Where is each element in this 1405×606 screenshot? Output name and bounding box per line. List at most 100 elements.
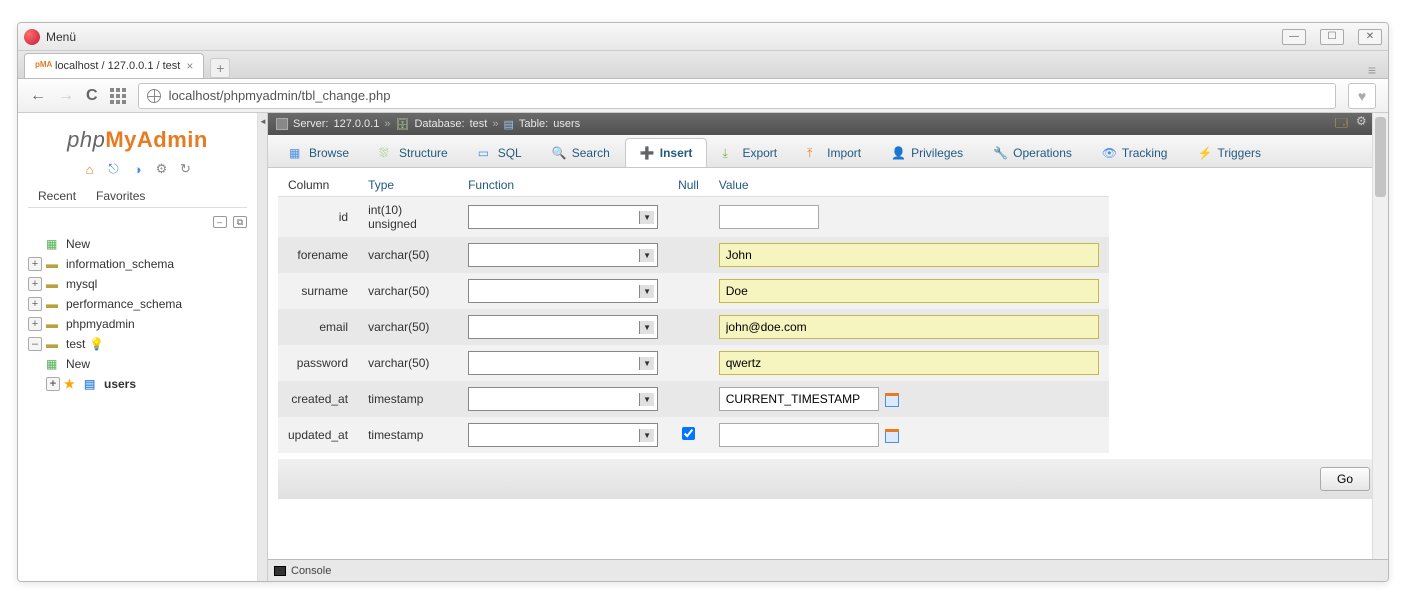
browse-icon: ▦ bbox=[289, 146, 303, 160]
pma-favicon-icon: pMA bbox=[35, 60, 49, 72]
logout-icon[interactable]: ⎋ bbox=[106, 161, 122, 177]
breadcrumb-db-link[interactable]: test bbox=[470, 118, 488, 130]
tree-db-phpmyadmin[interactable]: +▬phpmyadmin bbox=[28, 314, 247, 334]
expand-icon[interactable]: + bbox=[28, 277, 42, 291]
tab-menu-icon[interactable]: ≡ bbox=[1368, 62, 1376, 78]
function-select[interactable] bbox=[468, 387, 658, 411]
column-type: timestamp bbox=[358, 417, 458, 453]
sidebar-tab-recent[interactable]: Recent bbox=[28, 185, 86, 207]
tree-db-performance-schema[interactable]: +▬performance_schema bbox=[28, 294, 247, 314]
sidebar-tab-favorites[interactable]: Favorites bbox=[86, 185, 155, 207]
sidebar-collapse-handle[interactable] bbox=[258, 113, 268, 581]
window-close-button[interactable]: ✕ bbox=[1358, 29, 1382, 45]
collapse-icon[interactable]: – bbox=[28, 337, 42, 351]
speed-dial-button[interactable] bbox=[110, 88, 126, 104]
expand-icon[interactable]: + bbox=[28, 297, 42, 311]
value-input-updated_at[interactable] bbox=[719, 423, 879, 447]
console-bar[interactable]: Console bbox=[268, 559, 1388, 581]
reload-nav-icon[interactable]: ↻ bbox=[178, 161, 194, 177]
expand-icon[interactable]: + bbox=[28, 257, 42, 271]
insert-row-updated_at: updated_attimestamp bbox=[278, 417, 1109, 453]
function-select[interactable] bbox=[468, 423, 658, 447]
menu-button[interactable]: Menü bbox=[46, 30, 76, 44]
triggers-icon: ⚡ bbox=[1197, 146, 1211, 160]
calendar-icon[interactable] bbox=[885, 393, 899, 407]
header-type[interactable]: Type bbox=[358, 174, 458, 197]
opera-icon bbox=[24, 29, 40, 45]
settings-gear-icon[interactable]: ⚙ bbox=[154, 161, 170, 177]
go-button[interactable]: Go bbox=[1320, 467, 1370, 491]
tree-new-db[interactable]: ▦New bbox=[28, 234, 247, 254]
page-settings-icon[interactable]: 🗔 bbox=[1335, 114, 1348, 135]
function-select[interactable] bbox=[468, 351, 658, 375]
browser-tab[interactable]: pMA localhost / 127.0.0.1 / test × bbox=[24, 53, 204, 78]
tab-triggers[interactable]: ⚡Triggers bbox=[1182, 138, 1276, 167]
value-input-password[interactable] bbox=[719, 351, 1099, 375]
calendar-icon[interactable] bbox=[885, 429, 899, 443]
docs-icon[interactable]: ◑ bbox=[130, 161, 146, 177]
tab-import[interactable]: ⤒Import bbox=[792, 138, 876, 167]
pma-logo: phpMyAdmin bbox=[28, 127, 247, 153]
star-icon[interactable]: ★ bbox=[64, 377, 80, 391]
reload-button[interactable]: C bbox=[86, 87, 98, 105]
page-gear-icon[interactable]: ⚙ bbox=[1356, 114, 1367, 135]
tree-db-test[interactable]: –▬test 💡 bbox=[28, 334, 247, 354]
export-icon: ⤓ bbox=[722, 146, 736, 160]
function-select[interactable] bbox=[468, 315, 658, 339]
url-text: localhost/phpmyadmin/tbl_change.php bbox=[169, 88, 391, 103]
operations-icon: 🔧 bbox=[993, 146, 1007, 160]
value-input-surname[interactable] bbox=[719, 279, 1099, 303]
back-button[interactable]: ← bbox=[30, 87, 46, 105]
breadcrumb-server-label: Server: bbox=[293, 118, 328, 130]
tab-operations[interactable]: 🔧Operations bbox=[978, 138, 1087, 167]
column-type: varchar(50) bbox=[358, 273, 458, 309]
header-column: Column bbox=[278, 174, 358, 197]
expand-icon[interactable]: + bbox=[46, 377, 60, 391]
breadcrumb-tbl-link[interactable]: users bbox=[553, 118, 580, 130]
insert-row-forename: forenamevarchar(50) bbox=[278, 237, 1109, 273]
go-row: Go bbox=[278, 459, 1378, 499]
tab-privileges[interactable]: 👤Privileges bbox=[876, 138, 978, 167]
value-input-email[interactable] bbox=[719, 315, 1099, 339]
tab-search[interactable]: 🔍Search bbox=[537, 138, 625, 167]
tab-browse[interactable]: ▦Browse bbox=[274, 138, 364, 167]
new-tab-button[interactable]: + bbox=[210, 58, 230, 78]
tab-structure[interactable]: ⛆Structure bbox=[364, 138, 463, 167]
header-function[interactable]: Function bbox=[458, 174, 668, 197]
breadcrumb-server-link[interactable]: 127.0.0.1 bbox=[333, 118, 379, 130]
bookmark-heart-button[interactable]: ♥ bbox=[1348, 83, 1376, 109]
null-checkbox[interactable] bbox=[682, 427, 695, 440]
function-select[interactable] bbox=[468, 205, 658, 229]
tree-db-information-schema[interactable]: +▬information_schema bbox=[28, 254, 247, 274]
scrollbar-thumb[interactable] bbox=[1375, 117, 1386, 197]
tree-db-mysql[interactable]: +▬mysql bbox=[28, 274, 247, 294]
database-icon: ▬ bbox=[46, 337, 62, 351]
window-minimize-button[interactable]: — bbox=[1282, 29, 1306, 45]
column-name: surname bbox=[278, 273, 358, 309]
tab-insert[interactable]: ➕Insert bbox=[625, 138, 708, 167]
tree-new-table[interactable]: ▦New bbox=[46, 354, 247, 374]
value-input-created_at[interactable] bbox=[719, 387, 879, 411]
collapse-all-icon[interactable]: – bbox=[213, 216, 227, 228]
tab-tracking[interactable]: 👁Tracking bbox=[1087, 138, 1183, 167]
expand-icon[interactable]: + bbox=[28, 317, 42, 331]
header-null: Null bbox=[668, 174, 709, 197]
home-icon[interactable]: ⌂ bbox=[82, 161, 98, 177]
browser-titlebar: Menü — ☐ ✕ bbox=[18, 23, 1388, 51]
tab-sql[interactable]: ▭SQL bbox=[463, 138, 537, 167]
url-bar[interactable]: localhost/phpmyadmin/tbl_change.php bbox=[138, 83, 1336, 109]
forward-button[interactable]: → bbox=[58, 87, 74, 105]
vertical-scrollbar[interactable]: ▲ bbox=[1372, 113, 1388, 559]
tab-export[interactable]: ⤓Export bbox=[707, 138, 792, 167]
insert-row-created_at: created_attimestamp bbox=[278, 381, 1109, 417]
value-input-id[interactable] bbox=[719, 205, 819, 229]
value-input-forename[interactable] bbox=[719, 243, 1099, 267]
function-select[interactable] bbox=[468, 243, 658, 267]
link-icon[interactable]: ⧉ bbox=[233, 216, 247, 228]
insert-row-email: emailvarchar(50) bbox=[278, 309, 1109, 345]
tree-table-users[interactable]: +★▤users bbox=[46, 374, 247, 394]
console-icon bbox=[274, 566, 286, 576]
tab-close-icon[interactable]: × bbox=[186, 59, 193, 73]
function-select[interactable] bbox=[468, 279, 658, 303]
window-maximize-button[interactable]: ☐ bbox=[1320, 29, 1344, 45]
